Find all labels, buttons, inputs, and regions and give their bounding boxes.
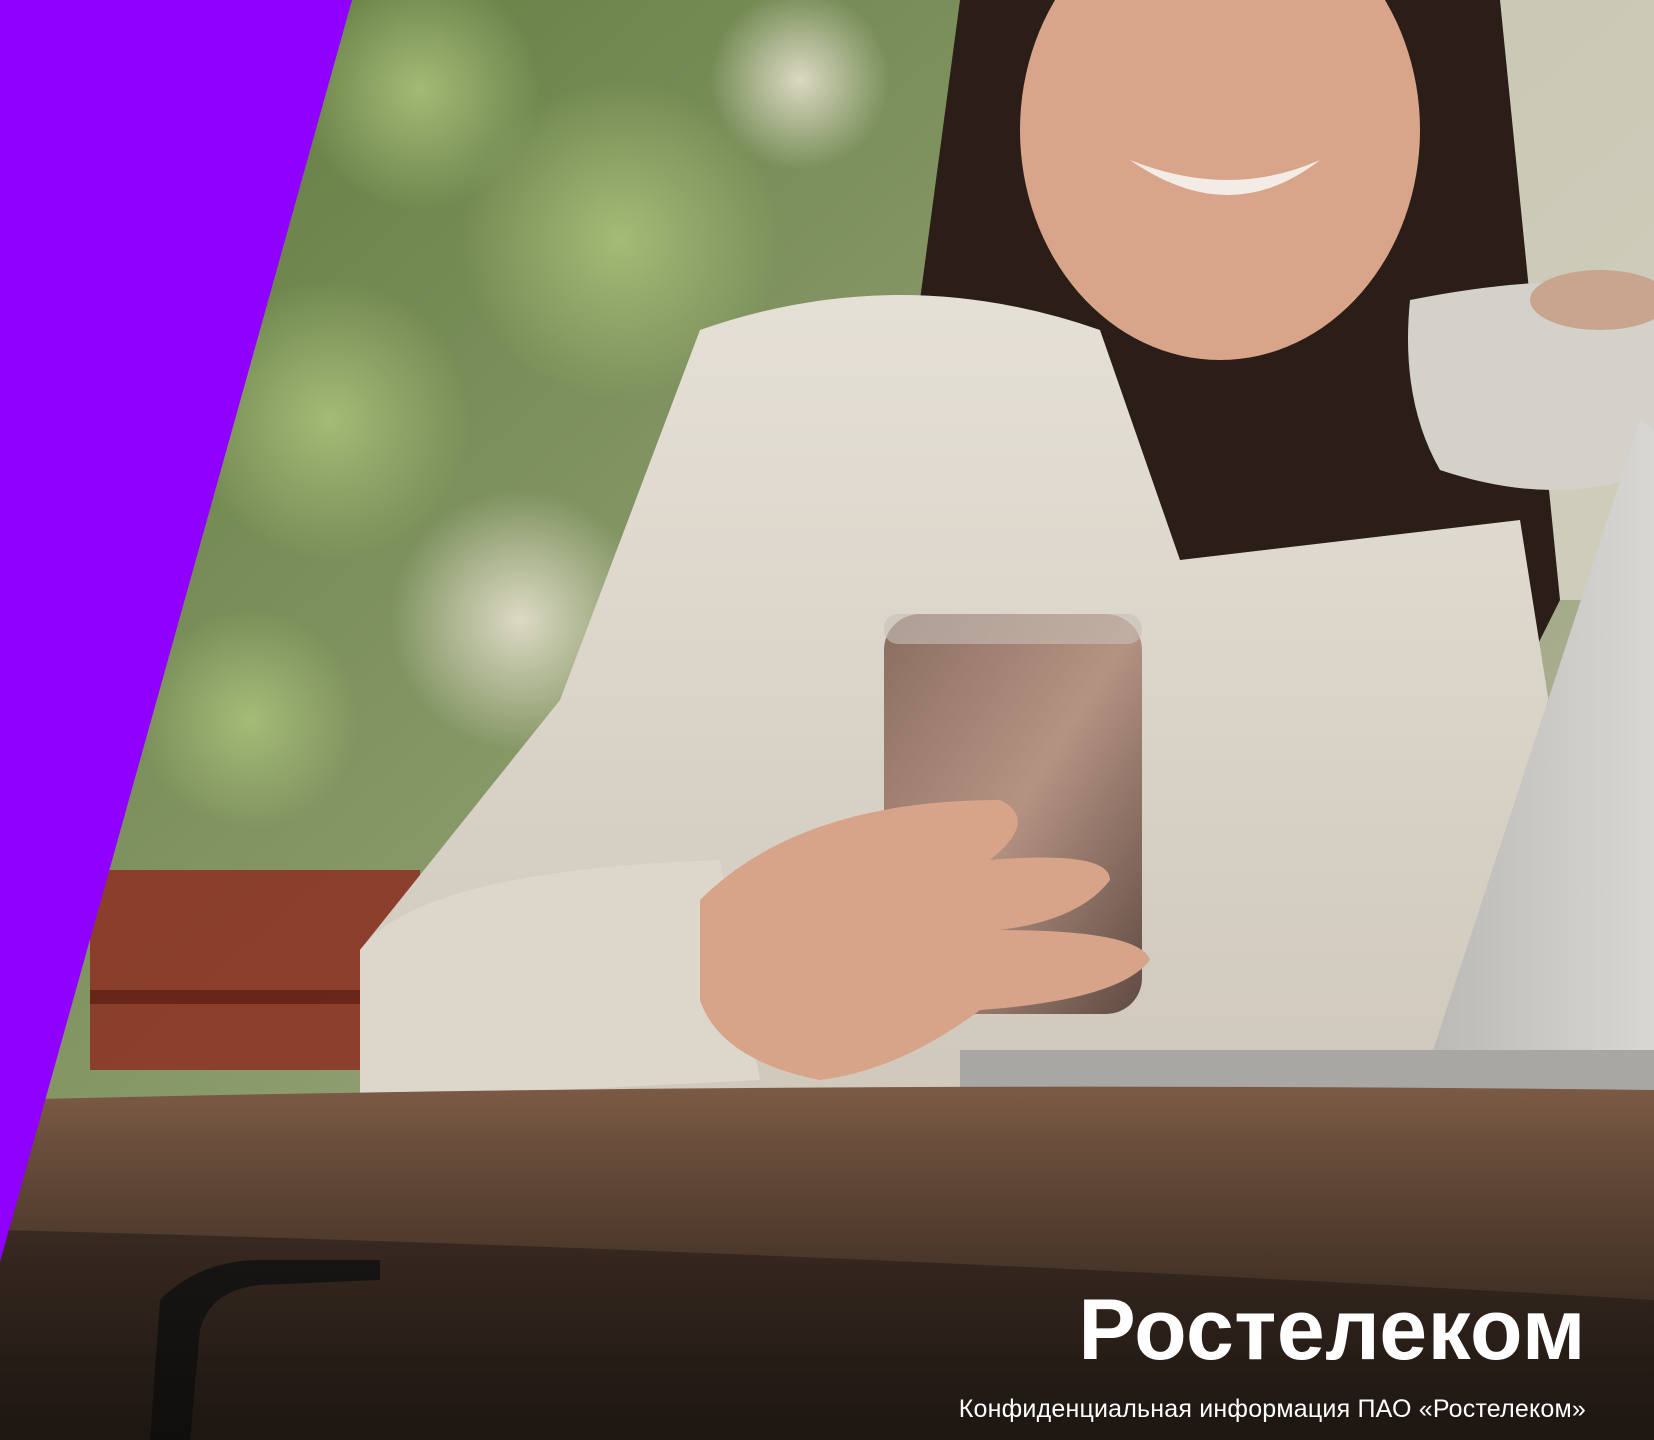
slide: Ростелеком Конфиденциальная информация П…: [0, 0, 1654, 1440]
confidentiality-caption: Конфиденциальная информация ПАО «Ростеле…: [958, 1395, 1586, 1423]
brand-block: Ростелеком Конфиденциальная информация П…: [959, 1287, 1586, 1422]
company-logo: Ростелеком: [1078, 1282, 1586, 1378]
background-photo: [0, 0, 1654, 1440]
